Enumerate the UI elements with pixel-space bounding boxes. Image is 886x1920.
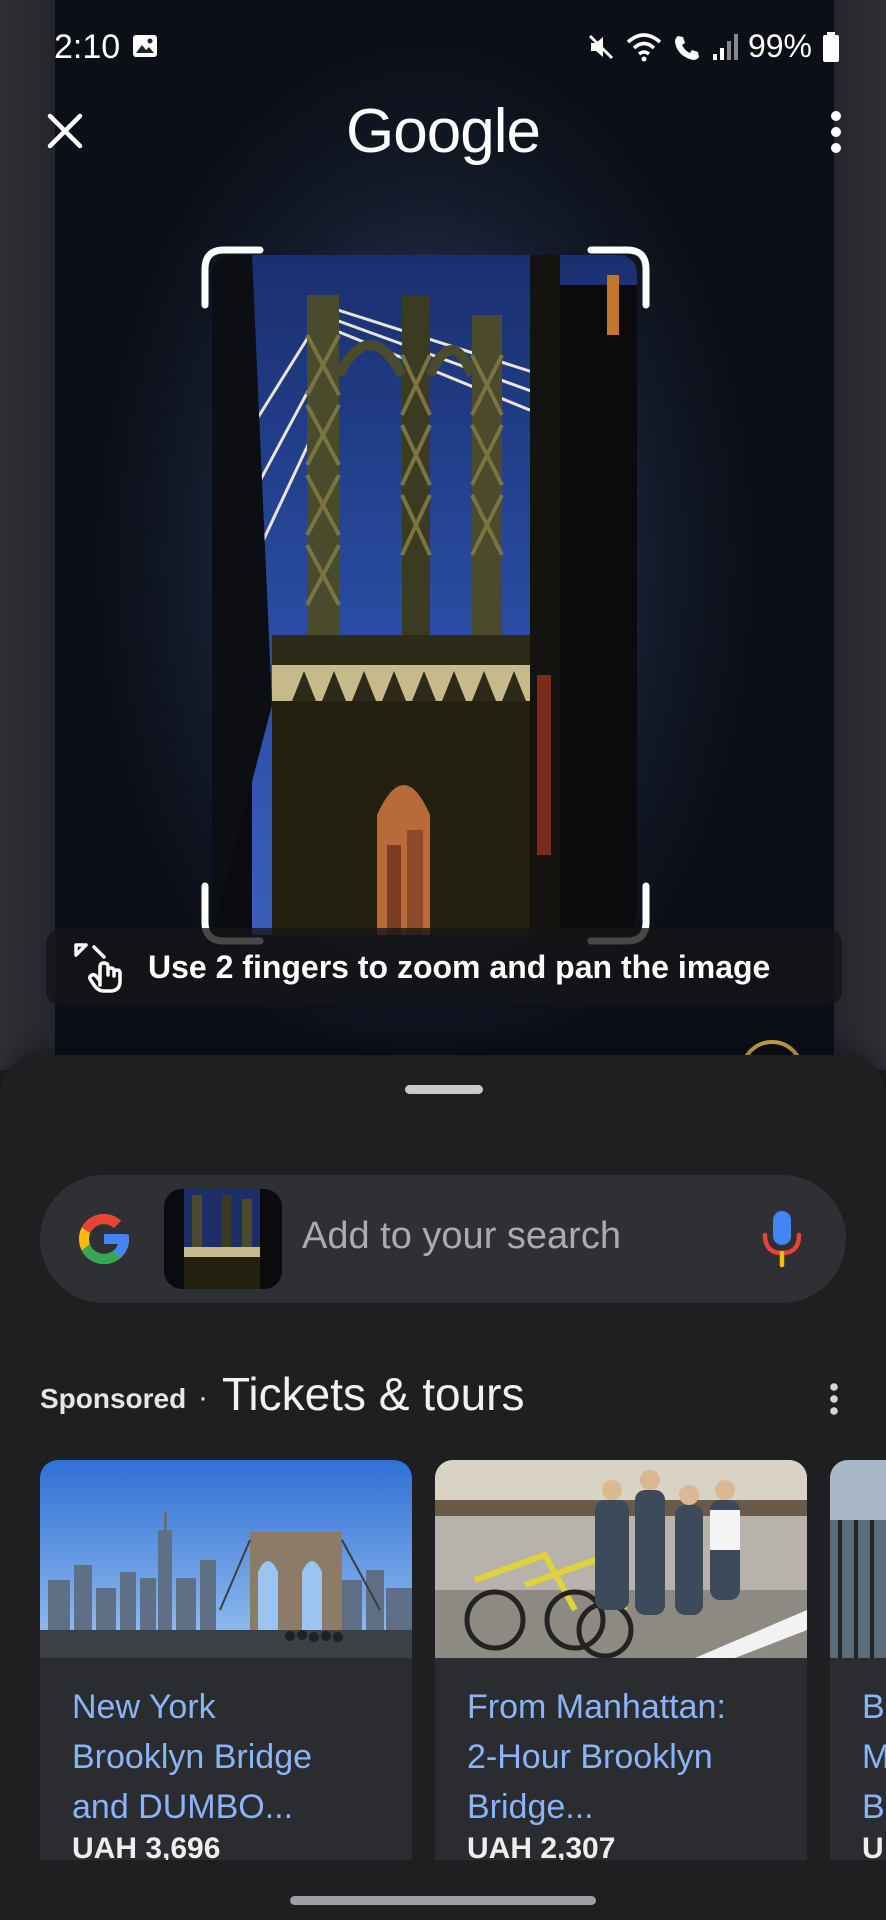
- zoom-pan-hint: Use 2 fingers to zoom and pan the image: [46, 928, 842, 1006]
- tour-title[interactable]: Br M Br: [862, 1682, 886, 1832]
- tour-title-line: and DUMBO...: [72, 1788, 294, 1826]
- gesture-navigation-bar[interactable]: [290, 1896, 596, 1905]
- google-g-icon: [79, 1214, 129, 1264]
- mute-icon: [588, 34, 614, 59]
- status-bar: 2:10 99%: [0, 0, 886, 96]
- selected-image-region[interactable]: [212, 255, 637, 935]
- crop-handle-top-left[interactable]: [200, 245, 266, 311]
- tour-title-line: Bridge...: [467, 1788, 594, 1826]
- section-title: Tickets & tours: [222, 1368, 525, 1420]
- tour-price: UAH 3,696: [72, 1832, 221, 1860]
- tour-title-line: Br: [862, 1688, 886, 1726]
- mic-icon[interactable]: [760, 1209, 804, 1269]
- tour-price: UAH 2,307: [467, 1832, 616, 1860]
- more-vert-icon: [830, 1383, 838, 1415]
- tour-title-line: M: [862, 1738, 886, 1776]
- search-bar[interactable]: Add to your search: [40, 1175, 846, 1303]
- more-vert-icon: [831, 111, 841, 153]
- tour-title[interactable]: From Manhattan: 2-Hour Brooklyn Bridge..…: [467, 1682, 787, 1832]
- tour-title-line: Br: [862, 1788, 886, 1826]
- tickets-tours-header: Sponsored · Tickets & tours: [40, 1367, 846, 1427]
- tour-card[interactable]: New York Brooklyn Bridge and DUMBO... UA…: [40, 1460, 412, 1860]
- bike-tour-image: [435, 1460, 807, 1658]
- more-options-button[interactable]: [816, 104, 856, 160]
- tour-title-line: New York: [72, 1688, 216, 1726]
- tour-title-line: 2-Hour Brooklyn: [467, 1738, 713, 1776]
- search-input[interactable]: Add to your search: [302, 1215, 621, 1258]
- sheet-drag-handle[interactable]: [405, 1085, 483, 1094]
- tour-title-line: From Manhattan:: [467, 1688, 726, 1726]
- separator-dot: ·: [198, 1381, 208, 1414]
- brooklyn-bridge-skyline-image: [40, 1460, 412, 1658]
- signal-icon: [712, 33, 738, 60]
- tour-image: [830, 1460, 886, 1658]
- thumbnail-photo: [164, 1189, 282, 1289]
- crop-handle-top-right[interactable]: [585, 245, 651, 311]
- battery-icon: [823, 31, 839, 62]
- wifi-calling-icon: [674, 35, 699, 60]
- tour-title[interactable]: New York Brooklyn Bridge and DUMBO...: [72, 1682, 392, 1832]
- wifi-icon: [626, 32, 662, 61]
- tour-card[interactable]: From Manhattan: 2-Hour Brooklyn Bridge..…: [435, 1460, 807, 1860]
- bridge-photo: [212, 255, 637, 935]
- image-preview[interactable]: 2:10 99% Google Use 2 fingers to zoom an…: [0, 0, 886, 1070]
- tour-card[interactable]: Br M Br U: [830, 1460, 886, 1860]
- tours-carousel[interactable]: New York Brooklyn Bridge and DUMBO... UA…: [40, 1460, 886, 1860]
- sponsored-label: Sponsored: [40, 1383, 187, 1414]
- status-time: 2:10: [54, 28, 121, 66]
- gallery-notification-icon: [133, 35, 157, 57]
- section-more-button[interactable]: [822, 1379, 846, 1419]
- tour-price: U: [862, 1832, 884, 1860]
- battery-level: 99%: [747, 28, 812, 64]
- hint-text: Use 2 fingers to zoom and pan the image: [148, 948, 771, 985]
- google-logo: Google: [346, 97, 541, 166]
- results-sheet: Add to your search Sponsored · Tickets &…: [0, 1055, 886, 1920]
- query-image-thumbnail[interactable]: [164, 1189, 282, 1289]
- tour-title-line: Brooklyn Bridge: [72, 1738, 313, 1776]
- status-icons: 99%: [586, 28, 840, 65]
- top-bar: Google: [0, 96, 886, 176]
- pinch-zoom-icon: [74, 943, 122, 993]
